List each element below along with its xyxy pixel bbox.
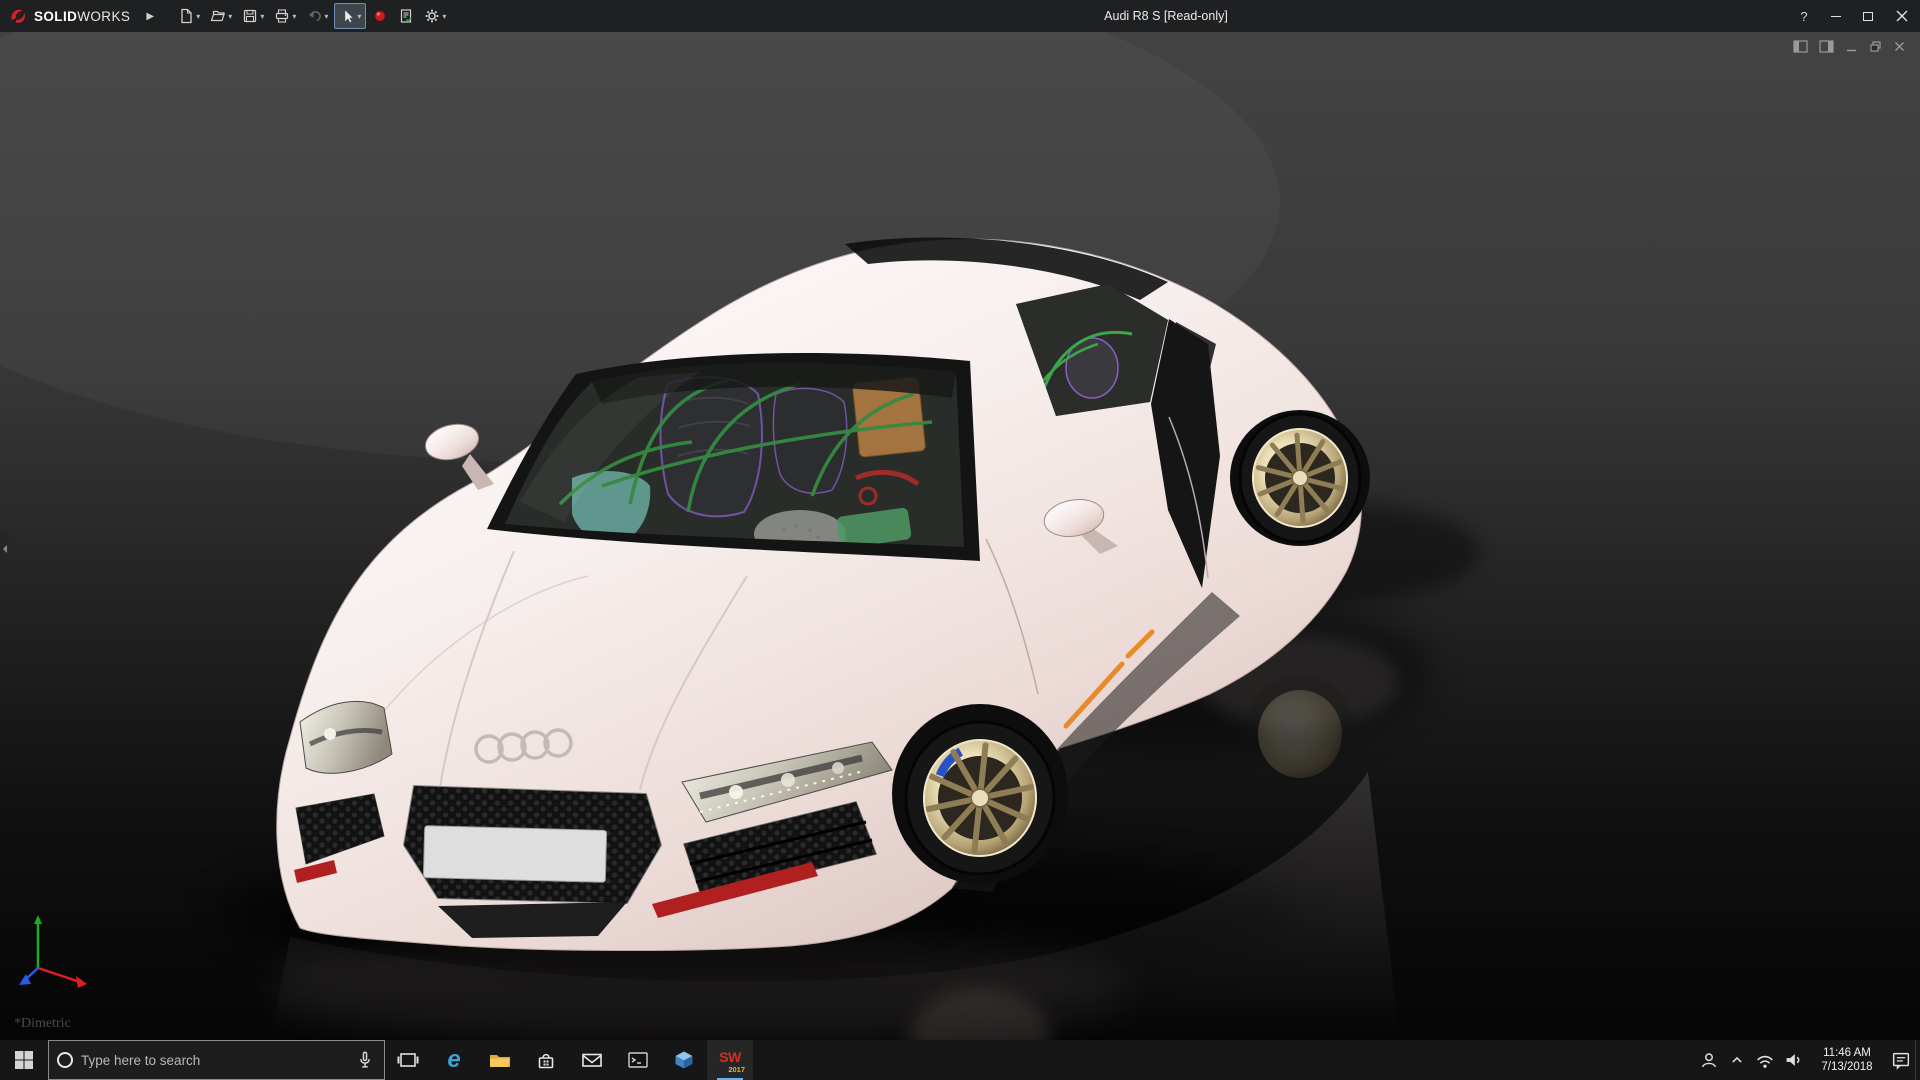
display-pane-left-icon[interactable] (1793, 40, 1808, 53)
maximize-icon (1863, 12, 1873, 21)
maximize-button[interactable] (1852, 0, 1884, 32)
options-gear-icon (424, 8, 440, 24)
model-viewport-canvas[interactable] (0, 32, 1920, 1040)
terminal-icon (626, 1048, 650, 1072)
show-desktop-button[interactable] (1915, 1040, 1920, 1080)
edge-button[interactable]: e (431, 1040, 477, 1080)
window-controls: ? (1788, 0, 1920, 32)
front-grille[interactable] (404, 786, 661, 903)
select-button[interactable]: ▾ (334, 3, 366, 29)
mail-button[interactable] (569, 1040, 615, 1080)
open-folder-icon (210, 8, 226, 24)
document-window-controls (1793, 40, 1906, 53)
clock-date: 7/13/2018 (1807, 1060, 1887, 1074)
store-bag-icon (534, 1048, 558, 1072)
action-center-icon (1890, 1049, 1912, 1071)
dassault-systemes-icon (8, 6, 28, 26)
document-minimize-icon[interactable] (1845, 40, 1858, 53)
undo-icon (306, 8, 322, 24)
network-button[interactable] (1751, 1040, 1779, 1080)
file-explorer-icon (488, 1048, 512, 1072)
reflected-rear-wheel (1244, 676, 1356, 792)
edrawings-button[interactable] (661, 1040, 707, 1080)
view-orientation-label: *Dimetric (14, 1016, 71, 1032)
volume-button[interactable] (1779, 1040, 1807, 1080)
clock-time: 11:46 AM (1807, 1046, 1887, 1060)
solidworks-app-button[interactable]: SW 2017 (707, 1040, 753, 1080)
person-icon (1698, 1049, 1720, 1071)
document-close-icon[interactable] (1893, 40, 1906, 53)
front-splitter (438, 902, 627, 938)
close-icon (1896, 10, 1908, 22)
brand-solid: SOLID (34, 9, 77, 24)
undo-button[interactable]: ▾ (302, 3, 332, 29)
taskbar-search[interactable] (48, 1040, 385, 1080)
system-tray: 11:46 AM 7/13/2018 (1695, 1040, 1920, 1080)
edge-icon: e (447, 1048, 460, 1072)
microphone-icon[interactable] (354, 1049, 376, 1071)
triad-x-axis (38, 968, 80, 982)
chevron-up-icon (1727, 1050, 1747, 1070)
print-icon (274, 8, 290, 24)
task-view-icon (396, 1048, 420, 1072)
mail-icon (580, 1048, 604, 1072)
task-view-button[interactable] (385, 1040, 431, 1080)
brand-works: WORKS (77, 9, 130, 24)
new-document-icon (178, 8, 194, 24)
file-properties-icon (398, 8, 414, 24)
expand-arrow-icon: ▶ (146, 11, 154, 22)
options-button[interactable]: ▾ (420, 3, 450, 29)
windows-logo-icon (14, 1050, 34, 1070)
quick-toolbar: ▾ ▾ ▾ ▾ ▾ (174, 3, 450, 29)
feature-panel-collapse-handle[interactable] (0, 532, 9, 566)
wifi-icon (1754, 1049, 1776, 1071)
appearance-sphere-icon (372, 8, 388, 24)
cube-icon (672, 1048, 696, 1072)
appearance-sphere-button[interactable] (368, 3, 392, 29)
select-cursor-icon (339, 8, 355, 24)
people-tray-button[interactable] (1695, 1040, 1723, 1080)
start-button[interactable] (0, 1040, 48, 1080)
display-pane-right-icon[interactable] (1819, 40, 1834, 53)
minimize-icon (1831, 16, 1841, 17)
file-explorer-button[interactable] (477, 1040, 523, 1080)
viewport[interactable]: *Dimetric (0, 32, 1920, 1040)
toolbar-expand-button[interactable]: ▶ (140, 4, 160, 28)
window-title: Audi R8 S [Read-only] (1104, 0, 1228, 32)
print-button[interactable]: ▾ (270, 3, 300, 29)
hidden-icons-button[interactable] (1723, 1040, 1751, 1080)
action-center-button[interactable] (1887, 1040, 1915, 1080)
speaker-icon (1782, 1049, 1804, 1071)
cortana-icon (57, 1052, 73, 1068)
close-button[interactable] (1884, 0, 1920, 32)
orientation-triad[interactable] (14, 904, 104, 1004)
taskbar: e SW (0, 1040, 1920, 1080)
titlebar: SOLIDWORKS ▶ ▾ ▾ ▾ (0, 0, 1920, 32)
new-document-button[interactable]: ▾ (174, 3, 204, 29)
brand-name: SOLIDWORKS (34, 9, 130, 24)
solidworks-logo: SOLIDWORKS (0, 0, 140, 32)
document-restore-icon[interactable] (1869, 40, 1882, 53)
license-plate (423, 826, 606, 883)
terminal-button[interactable] (615, 1040, 661, 1080)
save-button[interactable]: ▾ (238, 3, 268, 29)
taskbar-clock[interactable]: 11:46 AM 7/13/2018 (1807, 1046, 1887, 1074)
solidworks-app-icon: SW 2017 (717, 1047, 743, 1073)
store-button[interactable] (523, 1040, 569, 1080)
help-button[interactable]: ? (1788, 0, 1820, 32)
search-input[interactable] (81, 1053, 346, 1068)
file-properties-button[interactable] (394, 3, 418, 29)
minimize-button[interactable] (1820, 0, 1852, 32)
save-icon (242, 8, 258, 24)
open-button[interactable]: ▾ (206, 3, 236, 29)
